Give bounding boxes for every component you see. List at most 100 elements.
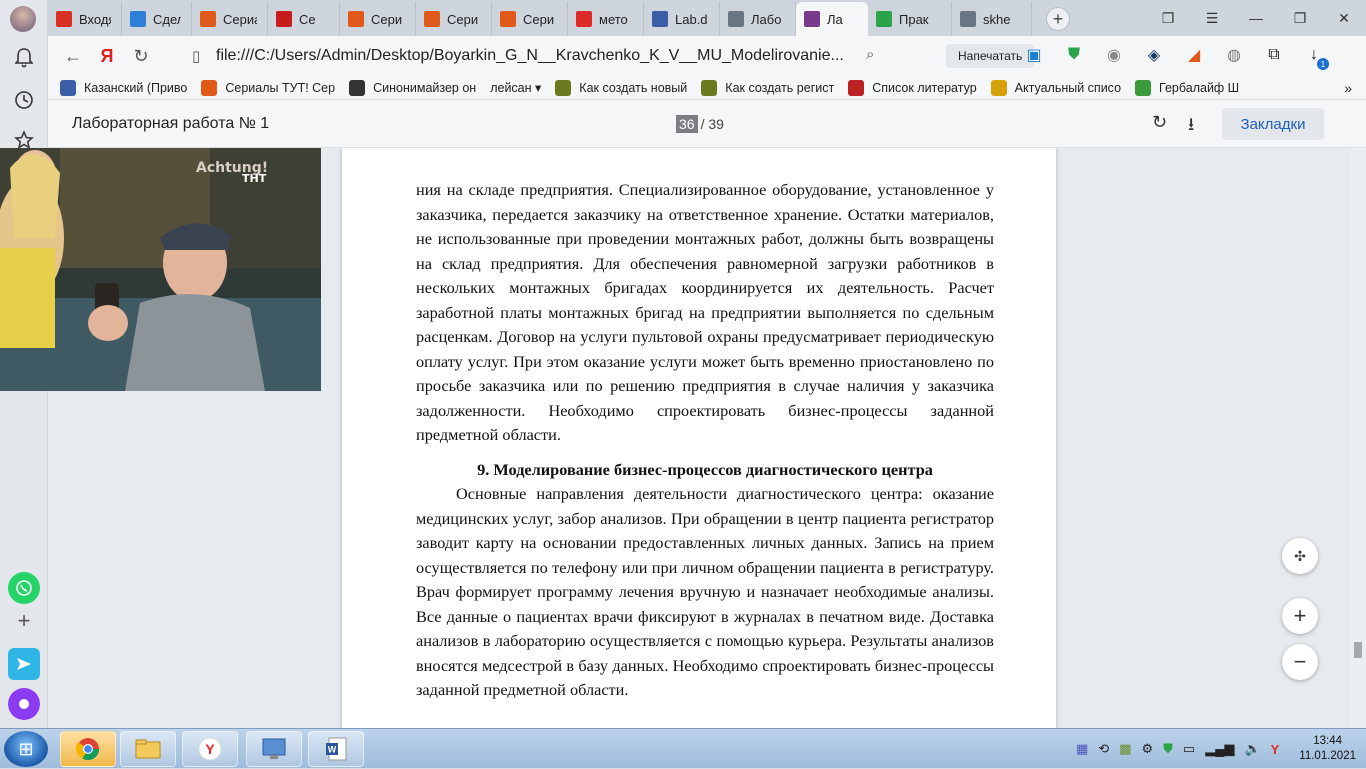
tabs-overview-icon[interactable]: ❐ — [1146, 10, 1190, 27]
pip-video[interactable]: Achtung! ТНТ — [0, 148, 321, 391]
kinopoisk-icon — [500, 11, 516, 27]
page-text: ния на складе предприятия. Специализиров… — [416, 178, 994, 703]
translate-icon[interactable]: ▣ — [1023, 44, 1045, 66]
volume-icon[interactable]: 🔈 — [1244, 741, 1260, 757]
tab[interactable]: Сери — [416, 2, 492, 36]
vpn-icon[interactable]: ◈ — [1143, 44, 1165, 66]
tab[interactable]: Се — [268, 2, 340, 36]
zoom-in-button[interactable]: + — [1282, 598, 1318, 634]
book-icon — [848, 79, 865, 96]
signal-icon[interactable]: ▂▄▆ — [1205, 741, 1234, 757]
bookmark-label: Казанский (Приво — [84, 80, 188, 95]
chrome-taskbar-item[interactable] — [60, 731, 116, 767]
clock-date: 11.01.2021 — [1299, 750, 1356, 762]
search-ext-icon[interactable]: ◉ — [1103, 44, 1125, 66]
kinopoisk-icon[interactable]: ◢ — [1183, 44, 1205, 66]
menu-icon[interactable]: ☰ — [1190, 10, 1234, 27]
download-icon[interactable]: ↓ 1 — [1303, 44, 1329, 70]
url-field[interactable]: ▯ file:///C:/Users/Admin/Desktop/Boyarki… — [188, 41, 1048, 71]
tab-label: Входя — [79, 11, 111, 27]
bookmark-label: Как создать регист — [725, 80, 835, 95]
scrollbar[interactable] — [1350, 148, 1366, 728]
bookmark-label: Синонимайзер он — [373, 80, 477, 95]
shield-icon[interactable]: ⛊ — [1063, 44, 1085, 66]
system-tray: ▦ ⟲ ▩ ⚙ ⛊ ▭ ▂▄▆ 🔈 Y 13:44 11.01.2021 — [1076, 729, 1356, 769]
bookmark-label: Гербалайф Ш — [1159, 80, 1240, 95]
tab-label: Сериа — [223, 11, 257, 27]
yandex-button[interactable]: Я — [90, 39, 124, 73]
back-button[interactable]: ← — [56, 39, 90, 73]
yandex-taskbar-item[interactable]: Y — [182, 731, 238, 767]
close-button[interactable]: ✕ — [1322, 10, 1366, 27]
rotate-icon[interactable]: ↻ — [1152, 112, 1167, 133]
bookmarks-button[interactable]: Закладки — [1222, 108, 1324, 140]
bookmarks-more-icon[interactable]: » — [1344, 80, 1352, 96]
bell-icon[interactable] — [8, 42, 40, 74]
print-button[interactable]: Напечатать — [946, 44, 1035, 68]
tab[interactable]: Сери — [492, 2, 568, 36]
doc-icon — [652, 11, 668, 27]
tab[interactable]: Ла — [796, 2, 868, 36]
tab[interactable]: Lab.d — [644, 2, 720, 36]
explorer-taskbar-item[interactable] — [120, 731, 176, 767]
puzzle-icon[interactable]: ⧉ — [1263, 44, 1285, 66]
bookmark-item[interactable]: лейсан ▾ — [490, 80, 541, 95]
bookmark-item[interactable]: Сериалы ТУТ! Сер — [201, 79, 335, 96]
avatar[interactable] — [10, 6, 36, 32]
bookmark-item[interactable]: Синонимайзер он — [349, 79, 477, 96]
new-tab-button[interactable]: + — [1046, 7, 1070, 31]
globe-icon[interactable]: ◍ — [1223, 44, 1245, 66]
bookmark-item[interactable]: Казанский (Приво — [60, 79, 188, 96]
tab[interactable]: Входя — [48, 2, 122, 36]
tab[interactable]: Лабо — [720, 2, 796, 36]
restore-button[interactable]: ❐ — [1278, 10, 1322, 27]
section-heading: 9. Моделирование бизнес-процессов диагно… — [477, 459, 933, 479]
zoom-out-button[interactable]: − — [1282, 644, 1318, 680]
minimize-button[interactable]: — — [1234, 10, 1278, 26]
control-panel-taskbar-item[interactable] — [246, 731, 302, 767]
tab[interactable]: Прак — [868, 2, 952, 36]
yandex-tray-icon[interactable]: Y — [1271, 742, 1280, 757]
reload-button[interactable]: ↻ — [124, 39, 158, 73]
bookmark-label: Как создать новый — [579, 80, 688, 95]
bookmark-label: лейсан ▾ — [490, 81, 542, 95]
tab[interactable]: Сери — [340, 2, 416, 36]
tab-label: Ла — [827, 11, 843, 27]
start-button[interactable]: ⊞ — [4, 731, 48, 767]
tab[interactable]: мето — [568, 2, 644, 36]
page-current-input[interactable]: 36 — [676, 115, 698, 133]
history-icon[interactable] — [8, 84, 40, 116]
network-ext-icon[interactable]: ▩ — [1119, 741, 1131, 757]
notification-badge: 1 — [1317, 58, 1329, 70]
clock[interactable]: 13:44 11.01.2021 — [1299, 734, 1356, 764]
messenger-icon[interactable] — [8, 648, 40, 680]
teams-icon[interactable]: ▦ — [1076, 741, 1088, 757]
channel-logo: ТНТ — [242, 172, 267, 185]
bookmark-item[interactable]: Как создать новый — [555, 79, 688, 96]
tab-label: Се — [299, 11, 316, 27]
word-taskbar-item[interactable]: W — [308, 731, 364, 767]
taskbar: ⊞ Y W ▦ ⟲ ▩ ⚙ ⛊ ▭ ▂▄▆ 🔈 Y 13:44 11.01.20… — [0, 728, 1366, 768]
bookmark-item[interactable]: Список литератур — [848, 79, 977, 96]
settings-icon[interactable]: ⚙ — [1142, 741, 1154, 757]
bookmark-item[interactable]: Гербалайф Ш — [1135, 79, 1240, 96]
sync-icon[interactable]: ⟲ — [1098, 741, 1109, 757]
tab[interactable]: Сдел — [122, 2, 192, 36]
fit-page-button[interactable]: ✣ — [1282, 538, 1318, 574]
bookmark-item[interactable]: Актуальный списо — [990, 79, 1121, 96]
scroll-thumb[interactable] — [1354, 642, 1362, 658]
tab-label: Сери — [371, 11, 403, 27]
usb-icon[interactable]: ▭ — [1183, 741, 1195, 757]
whatsapp-icon[interactable] — [8, 572, 40, 604]
search-icon[interactable]: ⌕ — [866, 46, 874, 63]
s-icon — [555, 79, 572, 96]
tab[interactable]: Сериа — [192, 2, 268, 36]
add-panel-icon[interactable]: + — [8, 605, 40, 637]
tab-label: Lab.d — [675, 11, 708, 27]
extensions: ▣ ⛊ ◉ ◈ ◢ ◍ ⧉ ↓ 1 — [1023, 44, 1329, 70]
tab[interactable]: skhe — [952, 2, 1032, 36]
shield-tray-icon[interactable]: ⛊ — [1163, 741, 1173, 757]
alice-icon[interactable] — [8, 688, 40, 720]
download-icon[interactable]: ⭳ — [1188, 112, 1194, 142]
bookmark-item[interactable]: Как создать регист — [701, 79, 835, 96]
